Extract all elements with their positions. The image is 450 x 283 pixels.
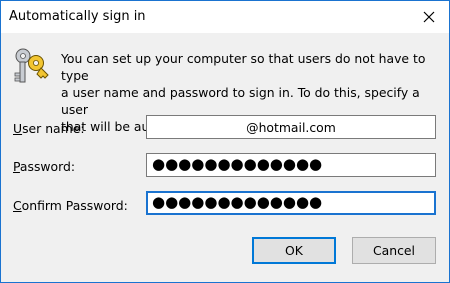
description-line-1: You can set up your computer so that use… xyxy=(61,51,426,83)
dialog-title: Automatically sign in xyxy=(9,9,146,24)
confirm-label-text: onfirm Password: xyxy=(21,198,128,213)
ok-button[interactable]: OK xyxy=(252,237,336,264)
cancel-button[interactable]: Cancel xyxy=(352,237,436,264)
password-label-mnemonic: P xyxy=(13,159,20,174)
keys-icon xyxy=(14,48,49,83)
username-input[interactable]: @hotmail.com xyxy=(146,115,436,139)
confirm-password-input[interactable]: ●●●●●●●●●●●●● xyxy=(146,191,436,215)
close-button[interactable] xyxy=(409,1,449,33)
confirm-label-mnemonic: C xyxy=(13,198,22,213)
password-input[interactable]: ●●●●●●●●●●●●● xyxy=(146,153,436,177)
dialog-content: You can set up your computer so that use… xyxy=(1,33,449,282)
username-label: User name: xyxy=(13,121,85,136)
password-label-text: assword: xyxy=(19,159,76,174)
autologin-dialog: Automatically sign in You can set up you… xyxy=(0,0,450,283)
password-label: Password: xyxy=(13,159,75,174)
username-label-mnemonic: U xyxy=(13,121,23,136)
confirm-password-label: Confirm Password: xyxy=(13,198,128,213)
close-icon xyxy=(423,11,435,23)
username-label-text: ser name: xyxy=(22,121,85,136)
title-bar: Automatically sign in xyxy=(1,1,449,33)
description-line-2: a user name and password to sign in. To … xyxy=(61,85,420,117)
